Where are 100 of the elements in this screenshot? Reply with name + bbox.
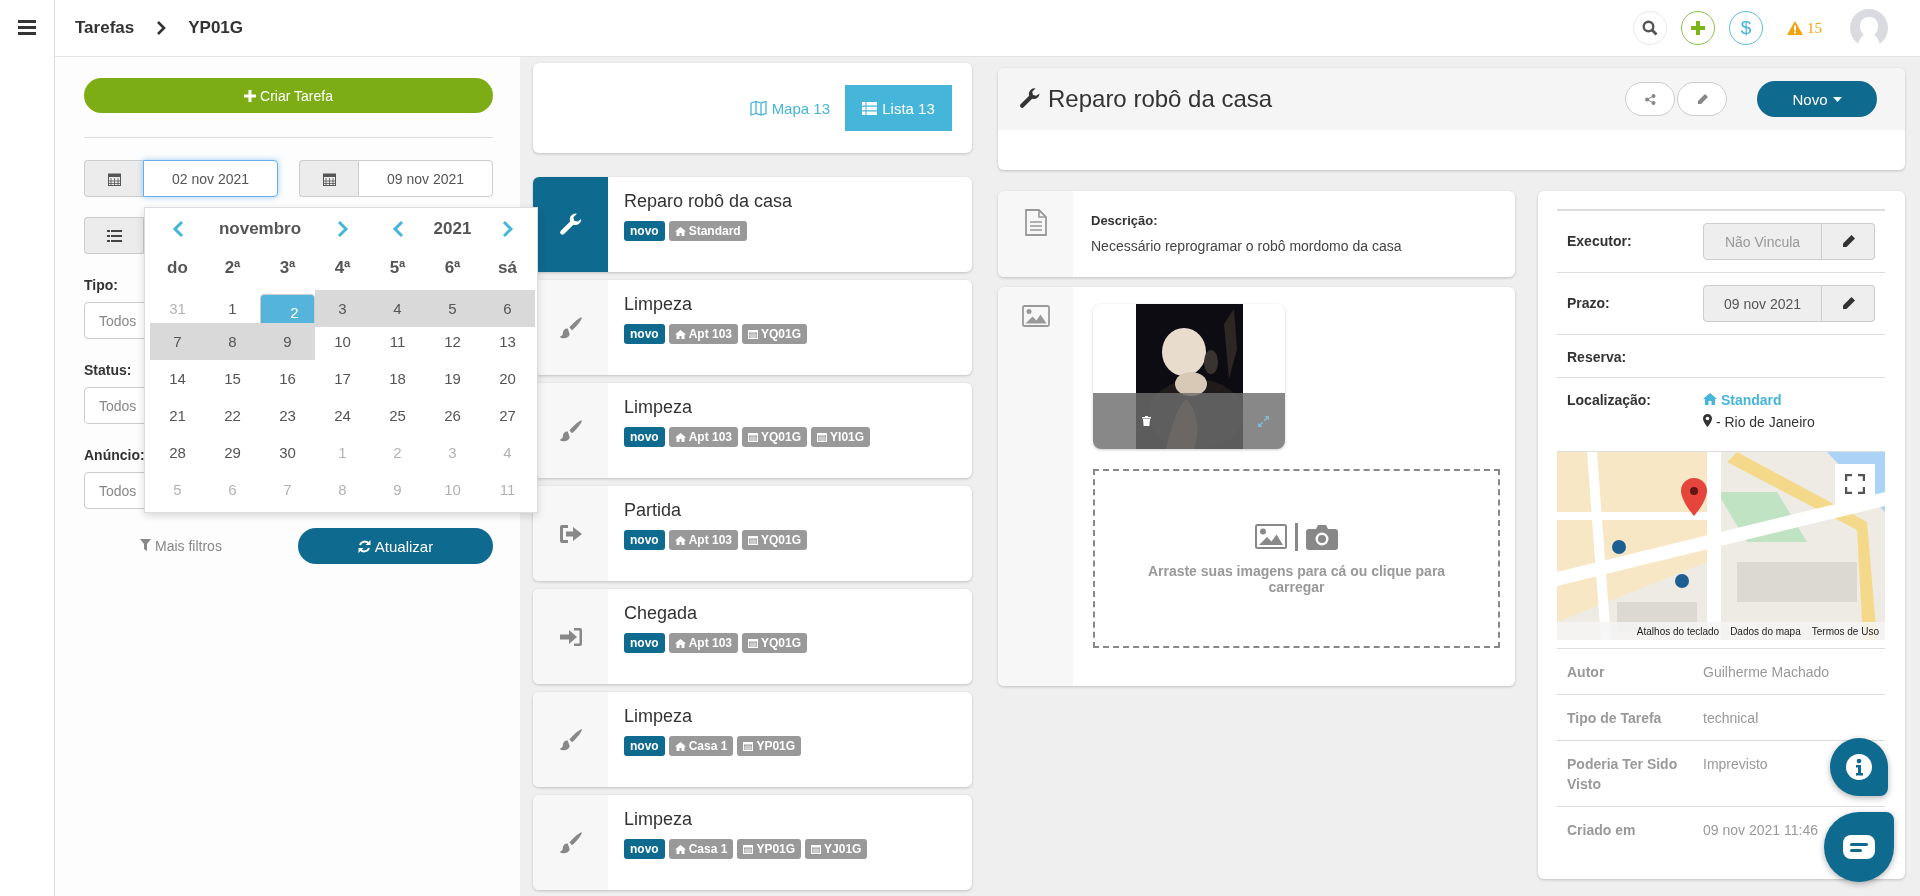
calendar-day[interactable]: 14 [150, 360, 205, 397]
meta-value: Imprevisto [1703, 755, 1768, 774]
task-tag: YQ01G [742, 633, 808, 653]
map-attribution-link[interactable]: Termos de Uso [1811, 625, 1879, 637]
calendar-day[interactable]: 5 [425, 290, 480, 327]
warning-icon[interactable] [1787, 21, 1803, 35]
info-value-field: 09 nov 2021 [1703, 285, 1822, 322]
add-button[interactable] [1681, 11, 1715, 45]
calendar-day[interactable]: 30 [260, 434, 315, 471]
calendar-day[interactable]: 25 [370, 397, 425, 434]
new-dropdown-button[interactable]: Novo [1757, 81, 1877, 117]
calendar-day[interactable]: 24 [315, 397, 370, 434]
end-date-field[interactable]: 09 nov 2021 [358, 160, 493, 197]
calendar-icon [817, 432, 828, 442]
calendar-day[interactable]: 29 [205, 434, 260, 471]
task-tag: YQ01G [742, 324, 808, 344]
map-icon [749, 100, 767, 116]
next-month-button[interactable] [336, 220, 349, 238]
calendar-day[interactable]: 19 [425, 360, 480, 397]
weekday-label: 3ª [279, 258, 296, 278]
description-text: Necessário reprogramar o robô mordomo da casa [1091, 238, 1402, 254]
fullscreen-button[interactable] [1835, 464, 1875, 504]
edit-button[interactable] [1822, 285, 1875, 322]
home-icon [1703, 393, 1717, 405]
calendar-day[interactable]: 18 [370, 360, 425, 397]
task-tag: novo [624, 324, 665, 344]
trash-icon[interactable] [1142, 416, 1151, 426]
task-title: Limpeza [624, 706, 693, 727]
task-card[interactable]: Partida novo Apt 103 YQ01G [533, 486, 972, 581]
calendar-day[interactable]: 9 [260, 323, 315, 360]
calendar-day[interactable]: 4 [370, 290, 425, 327]
breadcrumb-link[interactable]: Tarefas [75, 18, 135, 38]
map-marker-icon[interactable] [1681, 478, 1707, 516]
next-year-button[interactable] [501, 220, 514, 238]
task-card[interactable]: Chegada novo Apt 103 YQ01G [533, 589, 972, 684]
calendar-day[interactable]: 16 [260, 360, 315, 397]
previous-month-button[interactable] [171, 220, 184, 238]
calendar-icon [748, 329, 759, 339]
calendar-icon [743, 844, 754, 854]
wrench-icon [1018, 87, 1042, 111]
calendar-day[interactable]: 6 [480, 290, 535, 327]
calendar-day[interactable]: 8 [205, 323, 260, 360]
month-label[interactable]: novembro [218, 219, 302, 239]
calendar-day[interactable]: 27 [480, 397, 535, 434]
meta-value: technical [1703, 709, 1759, 728]
calendar-day[interactable]: 3 [315, 290, 370, 327]
map-attribution-link[interactable]: Atalhos do teclado [1636, 625, 1720, 637]
home-icon [674, 226, 686, 236]
calendar-day[interactable]: 23 [260, 397, 315, 434]
task-title: Reparo robô da casa [624, 191, 793, 212]
caret-icon [1832, 96, 1842, 102]
task-tag: YQ01G [742, 427, 808, 447]
calendar-day[interactable]: 21 [150, 397, 205, 434]
home-icon [674, 638, 686, 648]
brush-icon [557, 314, 584, 341]
task-card[interactable]: Reparo robô da casa novo Standard [533, 177, 972, 272]
calendar-day[interactable]: 17 [315, 360, 370, 397]
filter-icon [140, 539, 152, 551]
refresh-button[interactable]: Atualizar [298, 528, 493, 564]
task-card[interactable]: Limpeza novo Casa 1 YP01G YJ01G [533, 795, 972, 890]
weekday-label: sá [498, 258, 517, 278]
calendar-icon [107, 171, 121, 186]
camera-icon [1306, 523, 1338, 550]
task-heading: Reparo robô da casa [1048, 85, 1273, 113]
meta-label: Poderia Ter Sido Visto [1567, 755, 1679, 794]
plus-icon [244, 89, 257, 102]
filter-label: Tipo: [84, 276, 118, 294]
meta-value: Guilherme Machado [1703, 663, 1830, 682]
meta-label: Autor [1567, 663, 1606, 682]
weekday-label: 4ª [334, 258, 351, 278]
calendar-day[interactable]: 20 [480, 360, 535, 397]
list-icon [106, 229, 122, 242]
task-tag: YQ01G [742, 530, 808, 550]
calendar-day[interactable]: 22 [205, 397, 260, 434]
task-tag: YI01G [811, 427, 871, 447]
start-date-field[interactable]: 02 nov 2021 [143, 160, 278, 197]
calendar-day[interactable]: 28 [150, 434, 205, 471]
location-city: - Rio de Janeiro [1703, 414, 1815, 430]
search-icon [1642, 20, 1658, 36]
fullscreen-icon [1845, 474, 1865, 494]
calendar-day[interactable]: 15 [205, 360, 260, 397]
search-button[interactable] [1633, 11, 1667, 45]
previous-year-button[interactable] [391, 220, 404, 238]
menu-icon[interactable] [18, 20, 36, 35]
list-icon [862, 101, 878, 115]
task-card[interactable]: Limpeza novo Casa 1 YP01G [533, 692, 972, 787]
year-label[interactable]: 2021 [433, 219, 472, 239]
info-label: Localização: [1567, 392, 1653, 410]
calendar-icon [748, 535, 759, 545]
weekday-label: 5ª [389, 258, 406, 278]
calendar-day[interactable]: 7 [150, 323, 205, 360]
edit-button[interactable] [1822, 223, 1875, 260]
pencil-icon [1841, 235, 1855, 248]
info-label: Prazo: [1567, 294, 1611, 313]
more-filters-link[interactable]: Mais filtros [84, 538, 278, 554]
filter-label: Anúncio: [84, 446, 145, 464]
map-attribution-link[interactable]: Dados do mapa [1730, 625, 1801, 637]
calendar-day[interactable]: 26 [425, 397, 480, 434]
share-button[interactable] [1625, 82, 1675, 116]
description-label: Descrição: [1091, 213, 1158, 228]
